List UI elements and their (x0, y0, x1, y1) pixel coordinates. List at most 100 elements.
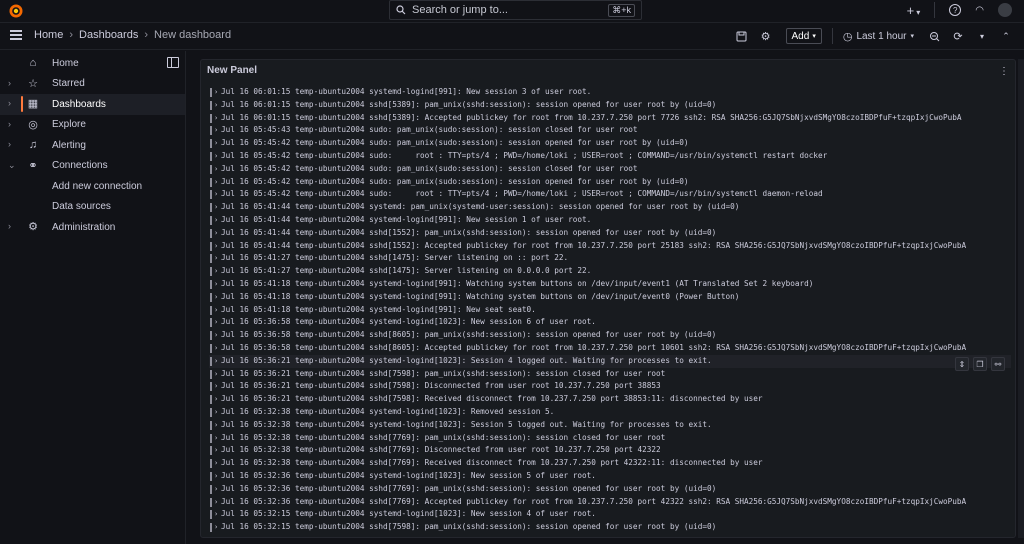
chevron-right-icon[interactable]: › (214, 150, 218, 163)
log-row[interactable]: › Jul 16 05:32:38 temp-ubuntu2004 sshd[77… (209, 444, 1011, 457)
chevron-right-icon[interactable]: › (214, 188, 218, 201)
log-row[interactable]: › Jul 16 05:32:36 temp-ubuntu2004 systemd… (209, 470, 1011, 483)
chevron-right-icon[interactable]: › (214, 201, 218, 214)
chevron-right-icon[interactable]: › (214, 291, 218, 304)
breadcrumb-home[interactable]: Home (34, 29, 63, 41)
chevron-right-icon[interactable]: › (214, 508, 218, 521)
share-icon[interactable]: ⚯ (991, 357, 1005, 371)
menu-icon[interactable] (10, 30, 22, 40)
chevron-right-icon[interactable]: › (214, 355, 218, 368)
show-context-icon[interactable]: ⇕ (955, 357, 969, 371)
log-row[interactable]: › Jul 16 05:32:36 temp-ubuntu2004 sshd[77… (209, 496, 1011, 509)
sidebar-item-administration[interactable]: › ⚙ Administration (0, 217, 185, 238)
chevron-right-icon[interactable]: › (8, 78, 11, 88)
log-row[interactable]: › Jul 16 05:36:21 temp-ubuntu2004 sshd[75… (209, 368, 1011, 381)
sidebar-item-connections[interactable]: ⌄ ⚭ Connections (0, 156, 185, 177)
chevron-right-icon[interactable]: › (214, 380, 218, 393)
chevron-right-icon[interactable]: › (214, 278, 218, 291)
copy-icon[interactable]: ❐ (973, 357, 987, 371)
sidebar-item-data-sources[interactable]: Data sources (0, 197, 185, 218)
log-row[interactable]: › Jul 16 05:41:18 temp-ubuntu2004 systemd… (209, 278, 1011, 291)
log-row[interactable]: › Jul 16 05:36:58 temp-ubuntu2004 sshd[86… (209, 329, 1011, 342)
log-row[interactable]: › Jul 16 05:36:21 temp-ubuntu2004 systemd… (209, 354, 1011, 368)
log-row[interactable]: › Jul 16 05:32:15 temp-ubuntu2004 sshd[75… (209, 521, 1011, 533)
chevron-right-icon[interactable]: › (8, 221, 11, 231)
chevron-right-icon[interactable]: › (214, 368, 218, 381)
log-row[interactable]: › Jul 16 05:36:21 temp-ubuntu2004 sshd[75… (209, 393, 1011, 406)
chevron-right-icon[interactable]: › (214, 227, 218, 240)
panel-menu-icon[interactable]: ⋮ (997, 65, 1011, 79)
settings-gear-icon[interactable]: ⚙ (756, 26, 776, 46)
chevron-right-icon[interactable]: › (214, 496, 218, 509)
chevron-right-icon[interactable]: › (214, 457, 218, 470)
collapse-chevron-up-icon[interactable]: ⌃ (996, 26, 1016, 46)
chevron-right-icon[interactable]: › (214, 444, 218, 457)
log-row[interactable]: › Jul 16 05:41:44 temp-ubuntu2004 sshd[15… (209, 227, 1011, 240)
chevron-right-icon[interactable]: › (214, 329, 218, 342)
log-row[interactable]: › Jul 16 05:41:44 temp-ubuntu2004 sshd[15… (209, 240, 1011, 253)
sidebar-item-alerting[interactable]: › ♫ Alerting (0, 135, 185, 156)
chevron-right-icon[interactable]: › (214, 432, 218, 445)
breadcrumb-dashboards[interactable]: Dashboards (79, 29, 138, 41)
chevron-right-icon[interactable]: › (214, 124, 218, 137)
sidebar-item-add-new-connection[interactable]: Add new connection (0, 176, 185, 197)
log-row[interactable]: › Jul 16 05:32:36 temp-ubuntu2004 sshd[77… (209, 483, 1011, 496)
log-row[interactable]: › Jul 16 05:32:38 temp-ubuntu2004 sshd[77… (209, 457, 1011, 470)
help-icon[interactable]: ? (949, 4, 962, 16)
time-range-picker[interactable]: ◷ Last 1 hour ▾ (843, 30, 914, 43)
log-row[interactable]: › Jul 16 05:41:27 temp-ubuntu2004 sshd[14… (209, 265, 1011, 278)
refresh-icon[interactable]: ⟳ (948, 26, 968, 46)
log-row[interactable]: › Jul 16 05:36:58 temp-ubuntu2004 systemd… (209, 316, 1011, 329)
chevron-right-icon[interactable]: › (8, 119, 11, 129)
sidebar-item-home[interactable]: ⌂ Home (0, 53, 185, 74)
chevron-right-icon[interactable]: › (214, 176, 218, 189)
chevron-right-icon[interactable]: › (214, 470, 218, 483)
refresh-interval-chevron-icon[interactable]: ▾ (972, 26, 992, 46)
log-row[interactable]: › Jul 16 05:36:58 temp-ubuntu2004 sshd[86… (209, 342, 1011, 355)
log-row[interactable]: › Jul 16 05:45:42 temp-ubuntu2004 sudo: r… (209, 150, 1011, 163)
chevron-right-icon[interactable]: › (214, 163, 218, 176)
zoom-out-icon[interactable] (924, 26, 944, 46)
chevron-right-icon[interactable]: › (8, 98, 11, 108)
chevron-right-icon[interactable]: › (214, 304, 218, 317)
new-menu-button[interactable]: + ▾ (907, 3, 921, 18)
search-input[interactable]: Search or jump to... ⌘+k (389, 0, 642, 20)
log-row[interactable]: › Jul 16 06:01:15 temp-ubuntu2004 sshd[53… (209, 99, 1011, 112)
log-row[interactable]: › Jul 16 06:01:15 temp-ubuntu2004 sshd[53… (209, 112, 1011, 125)
log-row[interactable]: › Jul 16 05:41:44 temp-ubuntu2004 systemd… (209, 201, 1011, 214)
chevron-right-icon[interactable]: › (214, 99, 218, 112)
sidebar-item-explore[interactable]: › ◎ Explore (0, 115, 185, 136)
chevron-right-icon[interactable]: › (214, 240, 218, 253)
log-row[interactable]: › Jul 16 05:32:38 temp-ubuntu2004 systemd… (209, 419, 1011, 432)
log-row[interactable]: › Jul 16 05:45:43 temp-ubuntu2004 sudo: p… (209, 124, 1011, 137)
log-row[interactable]: › Jul 16 05:45:42 temp-ubuntu2004 sudo: p… (209, 176, 1011, 189)
chevron-right-icon[interactable]: › (214, 406, 218, 419)
log-row[interactable]: › Jul 16 05:45:42 temp-ubuntu2004 sudo: p… (209, 163, 1011, 176)
chevron-right-icon[interactable]: › (214, 86, 218, 99)
log-row[interactable]: › Jul 16 05:41:18 temp-ubuntu2004 systemd… (209, 304, 1011, 317)
chevron-right-icon[interactable]: › (214, 252, 218, 265)
log-row[interactable]: › Jul 16 05:45:42 temp-ubuntu2004 sudo: p… (209, 137, 1011, 150)
log-row[interactable]: › Jul 16 05:41:27 temp-ubuntu2004 sshd[14… (209, 252, 1011, 265)
chevron-right-icon[interactable]: › (214, 419, 218, 432)
avatar[interactable] (998, 3, 1012, 17)
chevron-right-icon[interactable]: › (214, 265, 218, 278)
sidebar-item-dashboards[interactable]: › ▦ Dashboards (0, 94, 185, 115)
chevron-right-icon[interactable]: › (214, 137, 218, 150)
sidebar-item-starred[interactable]: › ☆ Starred (0, 74, 185, 95)
grafana-logo-icon[interactable] (8, 3, 24, 19)
chevron-right-icon[interactable]: › (214, 393, 218, 406)
log-row[interactable]: › Jul 16 05:32:15 temp-ubuntu2004 systemd… (209, 508, 1011, 521)
chevron-right-icon[interactable]: › (214, 483, 218, 496)
chevron-down-icon[interactable]: ⌄ (8, 160, 16, 171)
log-row[interactable]: › Jul 16 05:41:44 temp-ubuntu2004 systemd… (209, 214, 1011, 227)
log-row[interactable]: › Jul 16 05:45:42 temp-ubuntu2004 sudo: r… (209, 188, 1011, 201)
add-button[interactable]: Add ▾ (785, 28, 822, 44)
scrollbar[interactable] (1018, 59, 1024, 538)
chevron-right-icon[interactable]: › (214, 112, 218, 125)
log-row[interactable]: › Jul 16 05:41:18 temp-ubuntu2004 systemd… (209, 291, 1011, 304)
chevron-right-icon[interactable]: › (214, 342, 218, 355)
chevron-right-icon[interactable]: › (214, 521, 218, 533)
rss-icon[interactable]: ◠ (975, 5, 984, 16)
panel-title[interactable]: New Panel (207, 65, 257, 76)
